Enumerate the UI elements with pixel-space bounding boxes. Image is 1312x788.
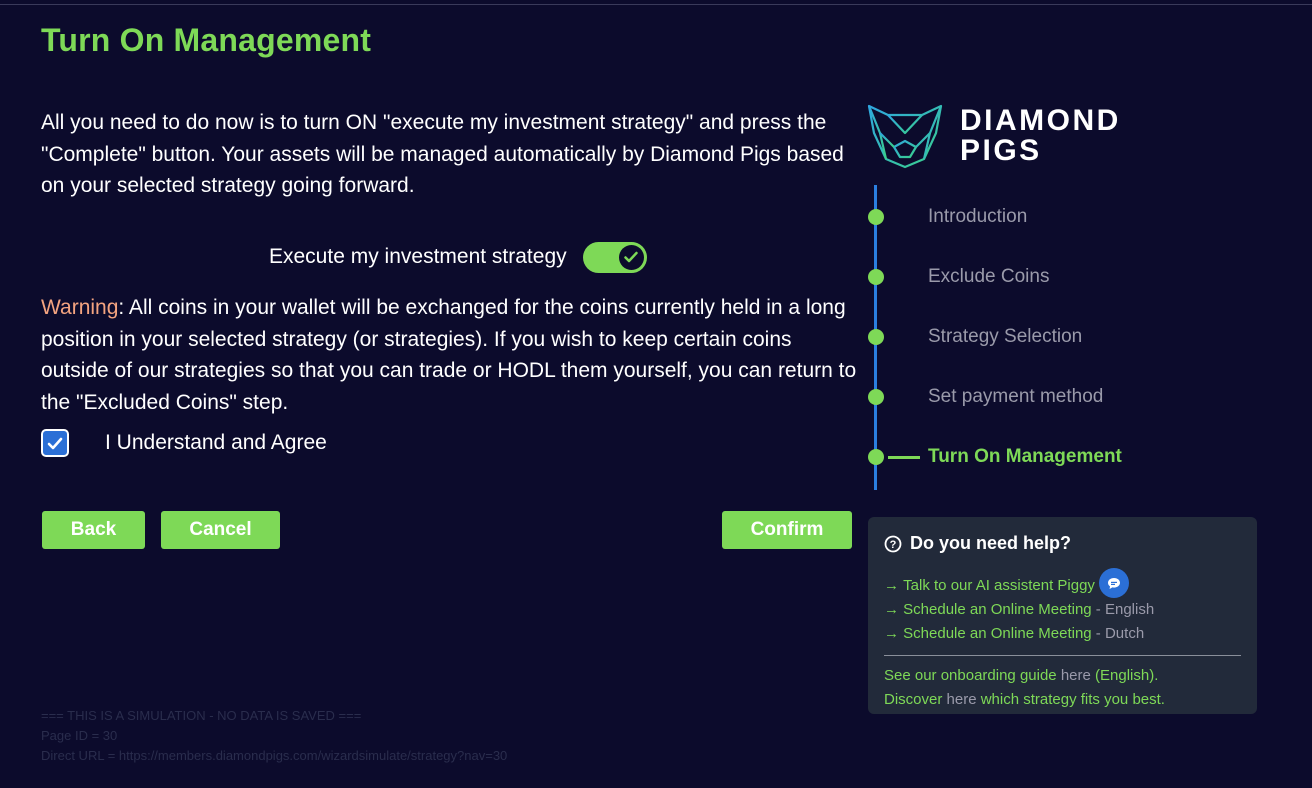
step-label: Exclude Coins: [928, 266, 1050, 287]
step-label: Turn On Management: [928, 446, 1122, 467]
agree-row: I Understand and Agree: [41, 427, 327, 459]
discover-line: Discover here which strategy fits you be…: [884, 688, 1241, 712]
strategy-toggle-row: Execute my investment strategy: [269, 240, 647, 274]
help-title-row: ? Do you need help?: [884, 533, 1241, 554]
discover-here-link[interactable]: here: [947, 691, 977, 708]
help-divider: [884, 655, 1241, 656]
step-dot: [868, 329, 884, 345]
chat-icon[interactable]: [1098, 568, 1129, 598]
help-panel: ? Do you need help? → Talk to our AI ass…: [868, 517, 1257, 714]
warning-body: : All coins in your wallet will be excha…: [41, 296, 857, 414]
help-links: → Talk to our AI assistent Piggy → Sched…: [884, 568, 1241, 646]
help-link-meeting-english[interactable]: → Schedule an Online Meeting - English: [884, 598, 1241, 622]
step-set-payment-method[interactable]: Set payment method: [866, 382, 1103, 412]
step-dot: [868, 269, 884, 285]
direct-url-line: Direct URL = https://members.diamondpigs…: [41, 748, 508, 763]
help-title: Do you need help?: [910, 533, 1072, 553]
step-dot: [868, 389, 884, 405]
page-id-line: Page ID = 30: [41, 728, 118, 743]
agree-label: I Understand and Agree: [105, 431, 327, 454]
confirm-button[interactable]: Confirm: [722, 511, 852, 549]
step-turn-on-management[interactable]: Turn On Management: [866, 442, 1122, 472]
link-language: - Dutch: [1091, 625, 1145, 642]
execute-strategy-toggle[interactable]: [582, 241, 647, 273]
discover-suffix: which strategy fits you best.: [976, 691, 1165, 708]
top-divider: [0, 4, 1312, 5]
intro-text: All you need to do now is to turn ON "ex…: [41, 111, 844, 197]
warning-label: Warning: [41, 296, 119, 319]
pig-logo-icon: [867, 104, 943, 169]
arrow-icon: →: [884, 625, 899, 642]
toggle-label: Execute my investment strategy: [269, 245, 567, 268]
link-text: Schedule an Online Meeting: [903, 625, 1092, 642]
warning-text: Warning: All coins in your wallet will b…: [41, 292, 861, 418]
logo-wordmark: DIAMOND PIGS: [960, 106, 1121, 166]
guide-suffix: (English).: [1090, 667, 1159, 684]
step-label: Set payment method: [928, 386, 1104, 407]
cancel-button[interactable]: Cancel: [161, 511, 280, 549]
logo-line-1: DIAMOND: [960, 104, 1121, 137]
guide-text: See our onboarding guide: [884, 667, 1061, 684]
step-introduction[interactable]: Introduction: [866, 202, 1027, 232]
discover-text: Discover: [884, 691, 947, 708]
active-step-indicator: [888, 455, 920, 459]
simulation-line: === THIS IS A SIMULATION - NO DATA IS SA…: [41, 708, 362, 723]
step-exclude-coins[interactable]: Exclude Coins: [866, 262, 1049, 292]
checkmark-icon: [47, 437, 63, 449]
step-dot: [868, 209, 884, 225]
help-footer: See our onboarding guide here (English).…: [884, 664, 1241, 712]
agree-checkbox[interactable]: [41, 429, 69, 457]
link-text: Schedule an Online Meeting: [903, 601, 1092, 618]
check-icon: [618, 244, 644, 270]
step-label: Introduction: [928, 206, 1028, 227]
help-link-meeting-dutch[interactable]: → Schedule an Online Meeting - Dutch: [884, 622, 1241, 646]
onboarding-guide-line: See our onboarding guide here (English).: [884, 664, 1241, 688]
svg-text:?: ?: [890, 539, 897, 551]
diamond-pigs-logo: DIAMOND PIGS: [866, 103, 1121, 169]
arrow-icon: →: [884, 577, 899, 594]
link-text: Talk to our AI assistent Piggy: [903, 577, 1095, 594]
arrow-icon: →: [884, 601, 899, 618]
wizard-steps: Introduction Exclude Coins Strategy Sele…: [866, 185, 1166, 490]
back-button[interactable]: Back: [42, 511, 145, 549]
step-strategy-selection[interactable]: Strategy Selection: [866, 322, 1082, 352]
question-circle-icon: ?: [884, 535, 902, 552]
logo-line-2: PIGS: [960, 134, 1042, 167]
guide-here-link[interactable]: here: [1061, 667, 1091, 684]
page-title: Turn On Management: [41, 22, 372, 58]
step-label: Strategy Selection: [928, 326, 1083, 347]
link-language: - English: [1091, 601, 1155, 618]
step-dot: [868, 449, 884, 465]
help-link-ai-assistant[interactable]: → Talk to our AI assistent Piggy: [884, 568, 1241, 598]
simulation-notice: === THIS IS A SIMULATION - NO DATA IS SA…: [41, 706, 507, 766]
